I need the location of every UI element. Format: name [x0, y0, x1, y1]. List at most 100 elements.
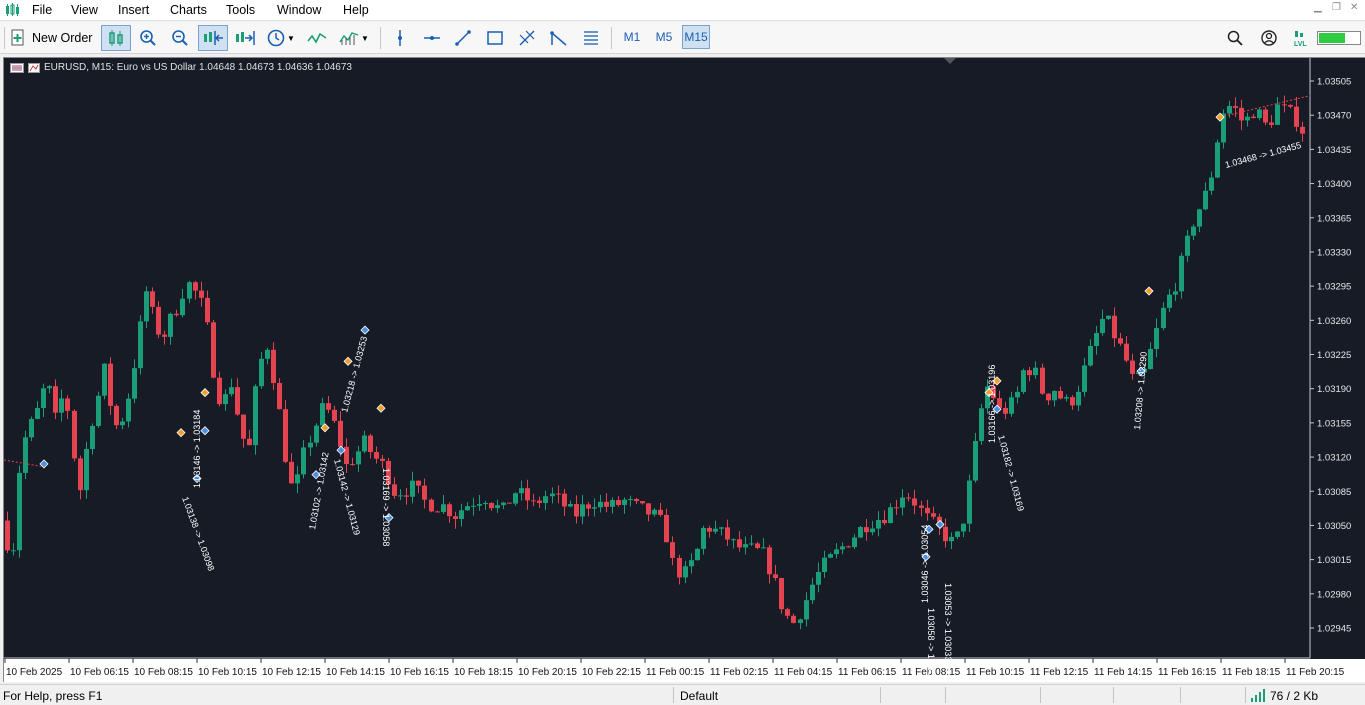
status-traffic: 76 / 2 Kb	[1270, 689, 1319, 703]
restore-icon[interactable]: ❐	[1332, 2, 1341, 13]
menu-file[interactable]: File	[32, 3, 52, 17]
menu-tools[interactable]: Tools	[226, 3, 255, 17]
candle-body	[1106, 315, 1111, 319]
trade-label: 1.03102 -> 1.03142	[307, 451, 330, 530]
candlestick-chart-button[interactable]	[101, 25, 131, 51]
auto-scroll-button[interactable]	[198, 25, 228, 51]
new-order-button[interactable]: New Order	[10, 25, 98, 51]
candle-body	[1275, 104, 1280, 125]
candle-body	[894, 507, 899, 509]
candle-body	[562, 493, 567, 507]
trade-marker-icon	[376, 403, 386, 413]
timeframe-m1-button[interactable]: M1	[618, 25, 646, 49]
candle-body	[864, 527, 869, 533]
candle-body	[1064, 397, 1069, 399]
candle-body	[180, 298, 185, 316]
horizontal-line-icon	[424, 36, 440, 40]
chart-canvas[interactable]: 1.03505 1.03470 1.03435 1.03400 1.03365 1.033…	[4, 58, 1365, 682]
candle-body	[931, 513, 936, 517]
andrews-pitchfork-tool[interactable]	[547, 25, 571, 51]
auto-scroll-icon	[204, 31, 223, 45]
candle-body	[483, 502, 488, 505]
candle-body	[543, 496, 548, 504]
time-label: 10 Feb 16:15	[390, 667, 449, 678]
price-label: 1.02980	[1317, 589, 1351, 600]
candle-body	[1227, 106, 1232, 114]
vertical-line-tool[interactable]	[388, 25, 412, 51]
candle-body	[840, 546, 845, 550]
menu-view[interactable]: View	[71, 3, 98, 17]
candle-body	[550, 493, 555, 497]
level2-button[interactable]: LVL	[1291, 25, 1311, 51]
toolbar: New Order ▼ ▼ M1 M5 M15 LVL	[0, 22, 1365, 54]
candle-body	[356, 451, 361, 465]
candle-body	[531, 500, 536, 502]
trade-label: 1.03468 -> 1.03455	[1224, 140, 1302, 170]
candle-body	[592, 507, 597, 509]
candle-body	[1003, 407, 1008, 414]
trade-label: 1.03218 -> 1.03253	[339, 335, 369, 413]
horizontal-line-tool[interactable]	[420, 25, 444, 51]
candle-body	[785, 609, 790, 616]
period-dropdown-button[interactable]: ▼	[263, 25, 299, 51]
fibonacci-tool[interactable]	[515, 25, 539, 51]
candle-body	[404, 495, 409, 497]
candle-body	[1070, 397, 1075, 406]
close-icon[interactable]: ✕	[1350, 2, 1358, 13]
level2-icon: LVL	[1294, 31, 1307, 47]
candle-body	[5, 520, 10, 551]
candle-body	[1179, 255, 1184, 292]
candle-body	[41, 388, 46, 409]
trade-label: 1.03166 -> 1.03196	[987, 365, 997, 443]
rectangle-tool[interactable]	[483, 25, 507, 51]
menu-charts[interactable]: Charts	[170, 3, 207, 17]
menu-help[interactable]: Help	[343, 3, 369, 17]
bar-chart-icon	[339, 32, 359, 45]
candle-body	[513, 493, 518, 504]
candle-body	[1288, 104, 1293, 107]
channel-icon	[584, 31, 598, 45]
candle-body	[900, 497, 905, 508]
chart-symbol-info: EURUSD, M15: Euro vs US Dollar 1.04648 1…	[44, 62, 352, 73]
candle-body	[59, 398, 64, 413]
minimize-icon[interactable]: ▁	[1314, 2, 1322, 13]
templates-dropdown-button[interactable]: ▼	[336, 25, 372, 51]
time-label: 11 Feb 14:15	[1094, 667, 1153, 678]
time-label: 11 Feb 18:15	[1222, 667, 1281, 678]
zoom-out-button[interactable]	[168, 25, 192, 51]
candle-body	[664, 514, 669, 543]
price-label: 1.03330	[1317, 247, 1351, 258]
trade-marker-icon	[200, 426, 210, 436]
time-label: 10 Feb 12:15	[262, 667, 321, 678]
candle-body	[223, 394, 228, 405]
time-label: 10 Feb 22:15	[582, 667, 641, 678]
search-button[interactable]	[1224, 25, 1246, 51]
candle-body	[1197, 209, 1202, 227]
candle-body	[314, 425, 319, 443]
indicators-button[interactable]	[305, 25, 329, 51]
chart-shift-icon	[236, 31, 255, 45]
trendline-tool[interactable]	[451, 25, 475, 51]
menu-insert[interactable]: Insert	[118, 3, 149, 17]
account-button[interactable]	[1258, 25, 1280, 51]
candle-body	[35, 408, 40, 419]
timeframe-m5-button[interactable]: M5	[650, 25, 678, 49]
signal-strength-icon	[1251, 689, 1265, 702]
candle-body	[1100, 318, 1105, 334]
timeframe-m15-button[interactable]: M15	[682, 25, 710, 49]
candle-body	[132, 368, 137, 399]
candle-body	[507, 502, 512, 504]
time-label: 10 Feb 06:15	[70, 667, 129, 678]
price-chart[interactable]: 1.03505 1.03470 1.03435 1.03400 1.03365 1.033…	[3, 57, 1365, 682]
candle-body	[1257, 109, 1262, 119]
candle-body	[525, 488, 530, 501]
chart-title: EURUSD, M15: Euro vs US Dollar 1.04648 1…	[10, 62, 352, 73]
chart-shift-button[interactable]	[232, 25, 258, 51]
candle-body	[634, 498, 639, 502]
candle-body	[961, 523, 966, 532]
menu-window[interactable]: Window	[277, 3, 321, 17]
candle-body	[598, 501, 603, 508]
trade-label: 1.03138 -> 1.03098	[180, 495, 216, 572]
zoom-in-button[interactable]	[136, 25, 160, 51]
channel-tool[interactable]	[579, 25, 603, 51]
